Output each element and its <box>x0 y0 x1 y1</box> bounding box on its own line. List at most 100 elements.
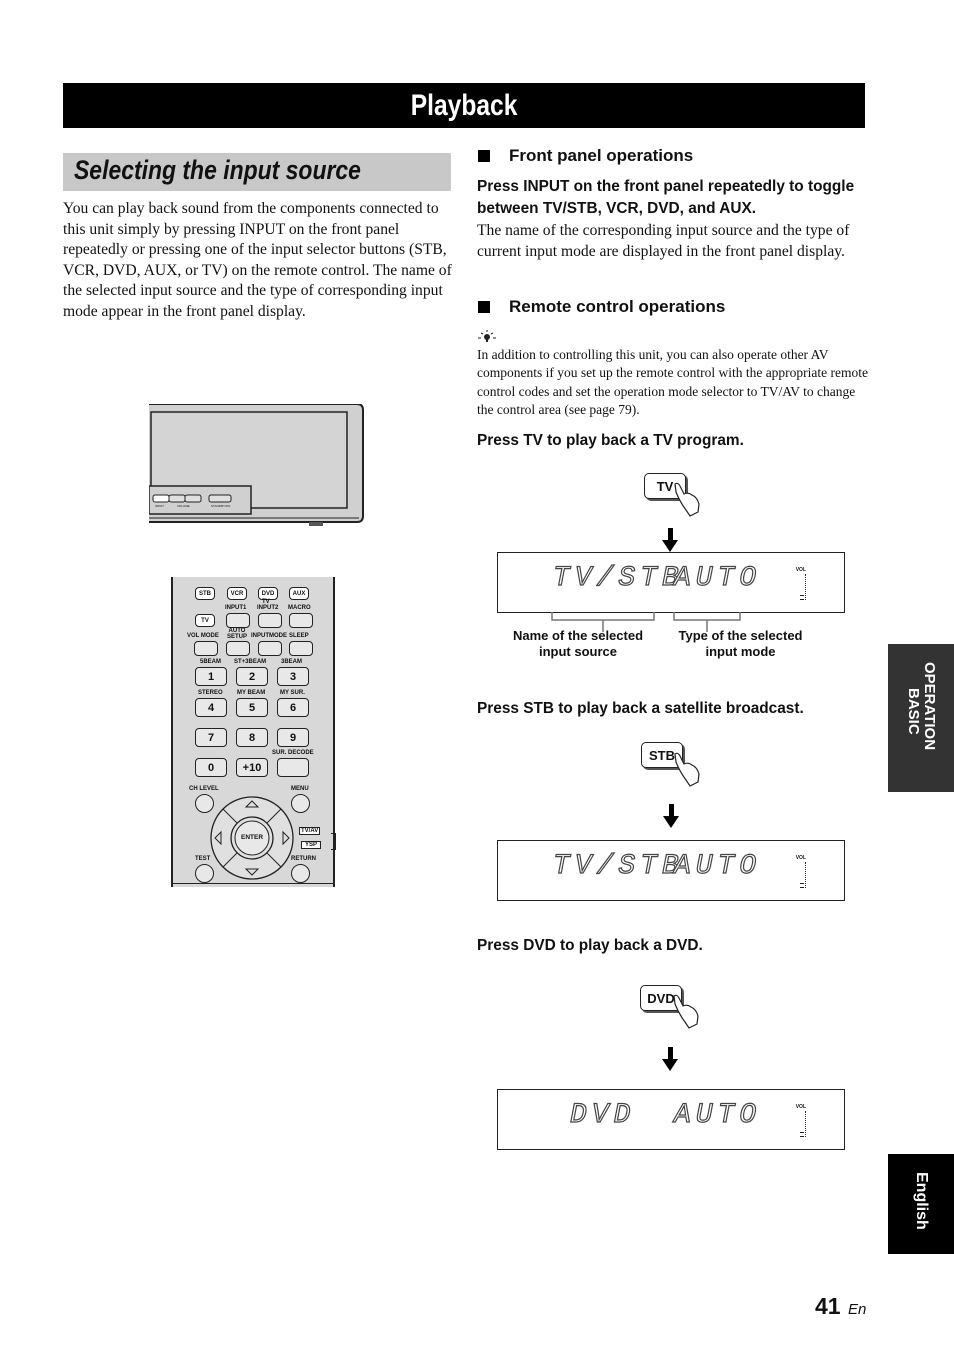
remote-autosetup-label: AUTO SETUP <box>226 628 247 640</box>
front-panel-display-tv: TV/STB AUTO VOL <box>497 552 845 613</box>
remote-st3beam-label: ST+3BEAM <box>234 659 267 665</box>
section-title-box: Selecting the input source <box>63 153 451 191</box>
step-stb-instruction: Press STB to play back a satellite broad… <box>477 700 804 717</box>
display-mode-text: AUTO <box>673 562 762 594</box>
remote-key-7[interactable]: 7 <box>195 728 227 747</box>
remote-menu-label: MENU <box>291 786 309 792</box>
front-panel-body: The name of the corresponding input sour… <box>477 222 850 260</box>
heading-bullet-icon <box>478 301 490 313</box>
front-panel-standby-label: STANDBY/ON <box>211 504 231 508</box>
front-panel-display-dvd: DVD AUTO VOL <box>497 1089 845 1150</box>
remote-ysp-label: YSP <box>301 841 322 849</box>
remote-input2-button[interactable] <box>258 613 282 628</box>
remote-key-0[interactable]: 0 <box>195 758 227 777</box>
remote-inputmode-button[interactable] <box>258 641 282 656</box>
remote-test-button[interactable] <box>195 864 214 883</box>
vol-level-mark <box>800 1132 804 1137</box>
remote-macro-button[interactable] <box>289 613 313 628</box>
remote-sleep-label: SLEEP <box>289 633 309 639</box>
front-panel-input-label: INPUT <box>155 504 164 508</box>
remote-autosetup-button[interactable] <box>226 641 250 656</box>
pressing-hand-icon <box>673 994 699 1029</box>
side-tab-basic-operation[interactable]: OPERATION BASIC <box>888 644 954 792</box>
down-arrow-icon <box>662 1059 678 1071</box>
remote-return-button[interactable] <box>291 864 310 883</box>
remote-ops-heading: Remote control operations <box>478 297 725 317</box>
remote-return-label: RETURN <box>291 856 316 862</box>
front-panel-heading: Front panel operations <box>478 146 693 166</box>
remote-key-9[interactable]: 9 <box>277 728 309 747</box>
remote-mybeam-label: MY BEAM <box>237 690 266 696</box>
pressing-hand-icon <box>674 482 700 517</box>
down-arrow-icon <box>662 540 678 552</box>
remote-stb-button[interactable]: STB <box>195 587 215 600</box>
side-tab-english[interactable]: English <box>888 1154 954 1254</box>
remote-key-4[interactable]: 4 <box>195 698 227 717</box>
remote-tv-button[interactable]: TV <box>195 614 215 627</box>
page-number: 41 <box>815 1293 841 1319</box>
remote-macro-label: MACRO <box>288 605 311 611</box>
vol-label: VOL <box>795 1104 806 1110</box>
tip-lightbulb-icon <box>478 330 496 342</box>
remote-input2-label: INPUT2 <box>257 605 279 611</box>
display-mode-text: AUTO <box>673 1099 762 1131</box>
front-panel-instruction: Press INPUT on the front panel repeatedl… <box>477 178 855 217</box>
remote-key-8[interactable]: 8 <box>236 728 268 747</box>
caption-source: Name of the selected input source <box>512 628 644 659</box>
remote-stereo-label: STEREO <box>198 690 223 696</box>
side-tab-language: English <box>913 1172 930 1230</box>
side-tab-line1: BASIC <box>905 688 922 735</box>
remote-key-6[interactable]: 6 <box>277 698 309 717</box>
front-panel-volume-label: VOLUME <box>177 504 190 508</box>
remote-mode-switch[interactable] <box>331 833 336 850</box>
vol-label: VOL <box>795 855 806 861</box>
front-panel-illustration: INPUT VOLUME STANDBY/ON <box>148 403 365 526</box>
display-source-text: TV/STB <box>552 562 684 594</box>
remote-key-1[interactable]: 1 <box>195 667 227 686</box>
remote-volmode-label: VOL MODE <box>187 633 219 639</box>
caption-mode: Type of the selected input mode <box>678 628 803 659</box>
page-title-banner: Playback <box>63 83 865 128</box>
remote-key-3[interactable]: 3 <box>277 667 309 686</box>
remote-test-label: TEST <box>195 856 211 862</box>
vol-level-mark <box>800 883 804 888</box>
step-tv-instruction: Press TV to play back a TV program. <box>477 432 744 449</box>
front-panel-display-stb: TV/STB AUTO VOL <box>497 840 845 901</box>
section-title: Selecting the input source <box>74 155 361 185</box>
remote-5beam-label: 5BEAM <box>200 659 222 665</box>
remote-key-plus10[interactable]: +10 <box>236 758 268 777</box>
remote-aux-button[interactable]: AUX <box>289 587 309 600</box>
display-source-text: DVD <box>569 1099 636 1131</box>
heading-bullet-icon <box>478 150 490 162</box>
remote-inputmode-label: INPUTMODE <box>251 633 287 639</box>
down-arrow-icon <box>663 816 679 828</box>
remote-sleep-button[interactable] <box>289 641 313 656</box>
display-source-text: TV/STB <box>552 850 684 882</box>
remote-bottom-edge <box>173 883 333 884</box>
remote-control-illustration: STB VCR DVD AUX TV INPUT1 INPUT2 MACRO T… <box>171 577 335 887</box>
remote-surdecode-button[interactable] <box>277 758 309 777</box>
remote-input1-label: INPUT1 <box>225 605 247 611</box>
remote-surdecode-label: SUR. DECODE <box>272 750 314 756</box>
remote-chlevel-label: CH LEVEL <box>189 786 219 792</box>
remote-input1-button[interactable] <box>226 613 250 628</box>
remote-3beam-label: 3BEAM <box>281 659 303 665</box>
remote-ops-tip: In addition to controlling this unit, yo… <box>477 347 869 418</box>
page-lang-suffix: En <box>848 1301 867 1318</box>
intro-paragraph: You can play back sound from the compone… <box>63 200 452 320</box>
vol-level-mark <box>800 595 804 600</box>
remote-key-2[interactable]: 2 <box>236 667 268 686</box>
page-title: Playback <box>410 88 518 122</box>
remote-enter-label[interactable]: ENTER <box>241 834 263 841</box>
remote-key-5[interactable]: 5 <box>236 698 268 717</box>
display-mode-text: AUTO <box>673 850 762 882</box>
remote-volmode-button[interactable] <box>194 641 218 656</box>
step-dvd-instruction: Press DVD to play back a DVD. <box>477 937 703 954</box>
side-tab-line2: OPERATION <box>921 662 938 751</box>
remote-mysur-label: MY SUR. <box>280 690 305 696</box>
pressing-hand-icon <box>674 752 700 787</box>
remote-vcr-button[interactable]: VCR <box>227 587 247 600</box>
vol-label: VOL <box>795 567 806 573</box>
remote-tvav-label: TV/AV <box>299 827 321 835</box>
page-number-block: 41 En <box>815 1293 866 1320</box>
